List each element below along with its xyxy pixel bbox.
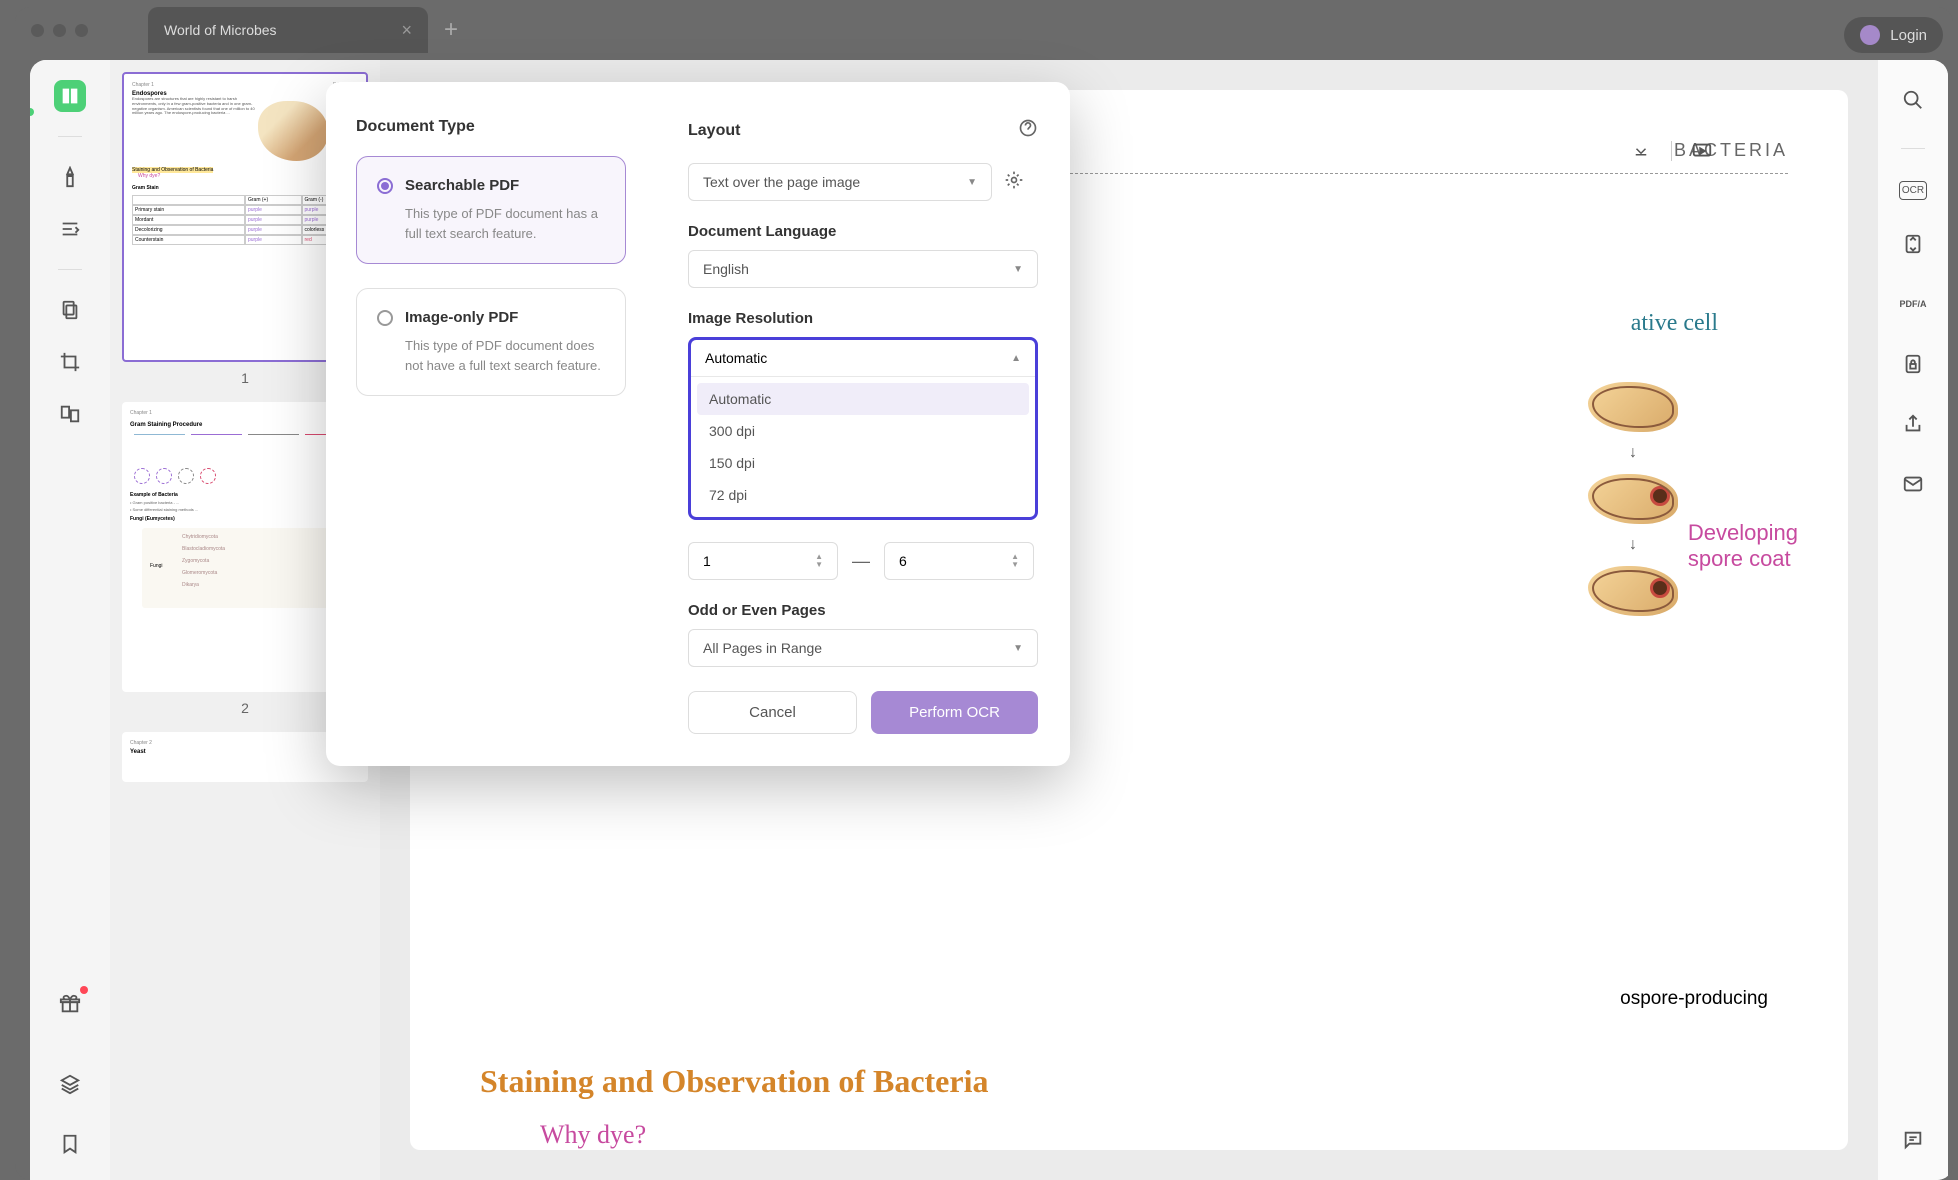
resolution-dropdown[interactable]: Automatic ▲ Automatic 300 dpi 150 dpi 72…	[688, 337, 1038, 520]
modal-buttons: Cancel Perform OCR	[688, 691, 1038, 734]
language-value: English	[703, 261, 749, 277]
layout-gear-icon[interactable]	[1004, 170, 1024, 195]
caret-icon: ▼	[1013, 643, 1023, 654]
resolution-selected[interactable]: Automatic ▲	[691, 340, 1035, 377]
caret-icon: ▼	[967, 177, 977, 188]
searchable-pdf-desc: This type of PDF document has a full tex…	[405, 204, 605, 243]
range-separator: —	[852, 551, 870, 572]
radio-searchable[interactable]	[377, 178, 393, 194]
ocr-settings-modal: Document Type Searchable PDF This type o…	[326, 82, 1070, 766]
searchable-pdf-option[interactable]: Searchable PDF This type of PDF document…	[356, 156, 626, 264]
help-icon[interactable]	[1018, 118, 1038, 143]
perform-ocr-button[interactable]: Perform OCR	[871, 691, 1038, 734]
image-only-title: Image-only PDF	[405, 309, 518, 326]
document-type-heading: Document Type	[356, 118, 626, 136]
resolution-heading: Image Resolution	[688, 310, 1038, 327]
resolution-option-150[interactable]: 150 dpi	[697, 447, 1029, 479]
language-heading: Document Language	[688, 223, 1038, 240]
resolution-option-72[interactable]: 72 dpi	[697, 479, 1029, 511]
layout-heading-row: Layout	[688, 118, 1038, 143]
stepper-from[interactable]: ▲▼	[815, 553, 823, 569]
caret-up-icon: ▲	[1011, 353, 1021, 364]
modal-overlay: Document Type Searchable PDF This type o…	[0, 0, 1958, 1180]
layout-heading: Layout	[688, 122, 740, 140]
odd-even-value: All Pages in Range	[703, 640, 822, 656]
image-only-desc: This type of PDF document does not have …	[405, 336, 605, 375]
resolution-options-list: Automatic 300 dpi 150 dpi 72 dpi	[691, 377, 1035, 517]
language-select[interactable]: English ▼	[688, 250, 1038, 288]
searchable-pdf-title: Searchable PDF	[405, 177, 519, 194]
page-range-row: 1 ▲▼ — 6 ▲▼	[688, 542, 1038, 580]
caret-icon: ▼	[1013, 264, 1023, 275]
radio-image-only[interactable]	[377, 310, 393, 326]
stepper-to[interactable]: ▲▼	[1011, 553, 1019, 569]
resolution-option-automatic[interactable]: Automatic	[697, 383, 1029, 415]
odd-even-select[interactable]: All Pages in Range ▼	[688, 629, 1038, 667]
layout-value: Text over the page image	[703, 174, 860, 190]
layout-select[interactable]: Text over the page image ▼	[688, 163, 992, 201]
modal-right-panel: Layout Text over the page image ▼ Doc	[656, 82, 1070, 766]
page-from-input[interactable]: 1 ▲▼	[688, 542, 838, 580]
image-only-pdf-option[interactable]: Image-only PDF This type of PDF document…	[356, 288, 626, 396]
resolution-option-300[interactable]: 300 dpi	[697, 415, 1029, 447]
modal-left-panel: Document Type Searchable PDF This type o…	[326, 82, 656, 766]
odd-even-heading: Odd or Even Pages	[688, 602, 1038, 619]
cancel-button[interactable]: Cancel	[688, 691, 857, 734]
page-to-input[interactable]: 6 ▲▼	[884, 542, 1034, 580]
